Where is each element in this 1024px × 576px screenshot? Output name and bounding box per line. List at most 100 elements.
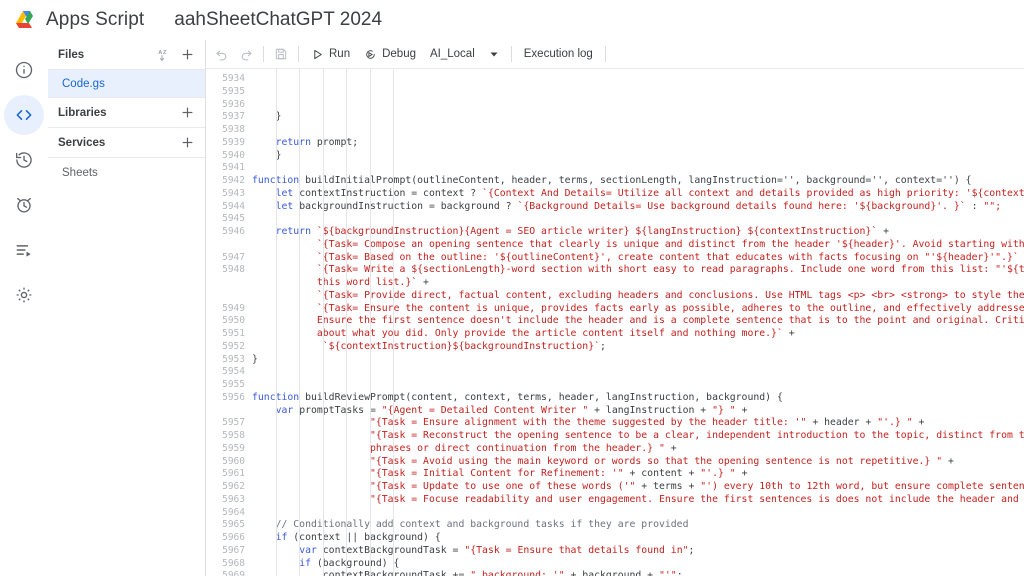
rail-item-overview[interactable]: [4, 50, 44, 90]
line-number: 5948: [206, 264, 245, 277]
code-token: if: [276, 532, 288, 543]
code-content[interactable]: } return prompt; } function buildInitial…: [252, 69, 1024, 576]
code-line[interactable]: contextBackgroundTask += " background: '…: [252, 570, 1024, 576]
code-line[interactable]: "{Task = Reconstruct the opening sentenc…: [252, 430, 1024, 443]
service-item-sheets[interactable]: Sheets: [48, 158, 205, 188]
code-token: +: [877, 226, 889, 237]
code-token: "{Task = Reconstruct the opening sentenc…: [370, 430, 1024, 441]
code-token: `{Task= Based on the outline: '${outline…: [317, 252, 1019, 263]
code-token: "'.} ": [877, 417, 912, 428]
debug-label: Debug: [382, 48, 416, 60]
files-header: Files A Z: [48, 40, 205, 70]
run-button[interactable]: Run: [304, 45, 357, 64]
code-token: [252, 558, 299, 569]
code-line[interactable]: function buildInitialPrompt(outlineConte…: [252, 175, 1024, 188]
code-line[interactable]: `{Task= Compose an opening sentence that…: [252, 239, 1024, 252]
code-token: buildReviewPrompt(content, context, term…: [299, 392, 783, 403]
rail-item-triggers-history[interactable]: [4, 140, 44, 180]
code-line[interactable]: [252, 379, 1024, 392]
code-token: }: [252, 150, 282, 161]
execution-log-button[interactable]: Execution log: [517, 45, 600, 63]
undo-button[interactable]: [210, 43, 234, 65]
code-line[interactable]: "{Task = Ensure alignment with the theme…: [252, 417, 1024, 430]
debug-bug-icon: [364, 48, 377, 61]
line-number: 5963: [206, 494, 245, 507]
code-line[interactable]: about what you did. Only provide the art…: [252, 328, 1024, 341]
code-line[interactable]: "{Task = Avoid using the main keyword or…: [252, 456, 1024, 469]
debug-button[interactable]: Debug: [357, 45, 423, 64]
code-line[interactable]: this word list.}` +: [252, 277, 1024, 290]
line-number: 5937: [206, 111, 245, 124]
save-button[interactable]: [269, 43, 293, 65]
code-line[interactable]: [252, 213, 1024, 226]
code-line[interactable]: if (context || background) {: [252, 532, 1024, 545]
code-line[interactable]: "{Task = Focuse readability and user eng…: [252, 494, 1024, 507]
svg-text:A: A: [158, 50, 162, 56]
function-select-chevron[interactable]: [482, 43, 506, 65]
code-line[interactable]: `${contextInstruction}${backgroundInstru…: [252, 341, 1024, 354]
code-line[interactable]: [252, 162, 1024, 175]
rail-item-settings[interactable]: [4, 275, 44, 315]
code-line[interactable]: }: [252, 150, 1024, 163]
code-token: "{Task = Focuse readability and user eng…: [370, 494, 1024, 505]
code-token: [252, 519, 276, 530]
code-line[interactable]: var contextBackgroundTask = "{Task = Ens…: [252, 545, 1024, 558]
code-token: +: [783, 328, 795, 339]
code-line[interactable]: phrases or direct continuation from the …: [252, 443, 1024, 456]
rail-item-editor[interactable]: [4, 95, 44, 135]
sort-az-icon[interactable]: A Z: [157, 47, 172, 62]
project-title[interactable]: aahSheetChatGPT 2024: [174, 9, 382, 31]
rail-item-triggers[interactable]: [4, 185, 44, 225]
code-token: contextInstruction = context ?: [293, 188, 482, 199]
add-file-icon[interactable]: [180, 47, 195, 62]
code-token: [252, 341, 323, 352]
code-token: let: [276, 201, 294, 212]
services-header[interactable]: Services: [48, 128, 205, 158]
line-number: 5945: [206, 213, 245, 226]
code-line[interactable]: var promptTasks = "{Agent = Detailed Con…: [252, 405, 1024, 418]
code-line[interactable]: let backgroundInstruction = background ?…: [252, 201, 1024, 214]
code-token: (background) {: [311, 558, 399, 569]
code-editor[interactable]: 5934593559365937593859395940594159425943…: [206, 68, 1024, 576]
line-number: 5960: [206, 456, 245, 469]
code-line[interactable]: [252, 366, 1024, 379]
code-token: "{Task = Update to use one of these word…: [370, 481, 635, 492]
code-line[interactable]: `{Task= Ensure the content is unique, pr…: [252, 303, 1024, 316]
file-item-code-gs[interactable]: Code.gs: [48, 70, 205, 98]
code-line[interactable]: function buildReviewPrompt(content, cont…: [252, 392, 1024, 405]
code-line[interactable]: "{Task = Update to use one of these word…: [252, 481, 1024, 494]
rail-item-executions[interactable]: [4, 230, 44, 270]
code-token: backgroundInstruction = background ?: [293, 201, 517, 212]
code-token: buildInitialPrompt(outlineContent, heade…: [299, 175, 971, 186]
code-token: var: [276, 405, 294, 416]
code-token: [252, 303, 317, 314]
code-line[interactable]: let contextInstruction = context ? `{Con…: [252, 188, 1024, 201]
add-library-icon[interactable]: [180, 105, 195, 120]
libraries-header[interactable]: Libraries: [48, 98, 205, 128]
redo-button[interactable]: [234, 43, 258, 65]
code-line[interactable]: // Conditionally add context and backgro…: [252, 519, 1024, 532]
code-line[interactable]: [252, 124, 1024, 137]
save-disk-icon: [274, 47, 288, 61]
code-line[interactable]: "{Task = Initial Content for Refinement:…: [252, 468, 1024, 481]
code-token: [252, 481, 370, 492]
code-line[interactable]: [252, 507, 1024, 520]
code-line[interactable]: return prompt;: [252, 137, 1024, 150]
code-line[interactable]: }: [252, 111, 1024, 124]
code-line[interactable]: Ensure the first sentence doesn't includ…: [252, 315, 1024, 328]
code-line[interactable]: `{Task= Write a ${sectionLength}-word se…: [252, 264, 1024, 277]
code-line[interactable]: }: [252, 354, 1024, 367]
code-token: +: [736, 405, 748, 416]
code-line[interactable]: if (background) {: [252, 558, 1024, 571]
top-bar: Apps Script aahSheetChatGPT 2024: [0, 0, 1024, 40]
code-token: prompt;: [311, 137, 358, 148]
code-line[interactable]: `{Task= Based on the outline: '${outline…: [252, 252, 1024, 265]
add-service-icon[interactable]: [180, 135, 195, 150]
function-select[interactable]: AI_Local: [423, 45, 482, 63]
code-line[interactable]: `{Task= Provide direct, factual content,…: [252, 290, 1024, 303]
code-line[interactable]: return `${backgroundInstruction}{Agent =…: [252, 226, 1024, 239]
line-number: [206, 277, 245, 290]
line-number: 5935: [206, 86, 245, 99]
line-number: 5951: [206, 328, 245, 341]
line-number: 5952: [206, 341, 245, 354]
